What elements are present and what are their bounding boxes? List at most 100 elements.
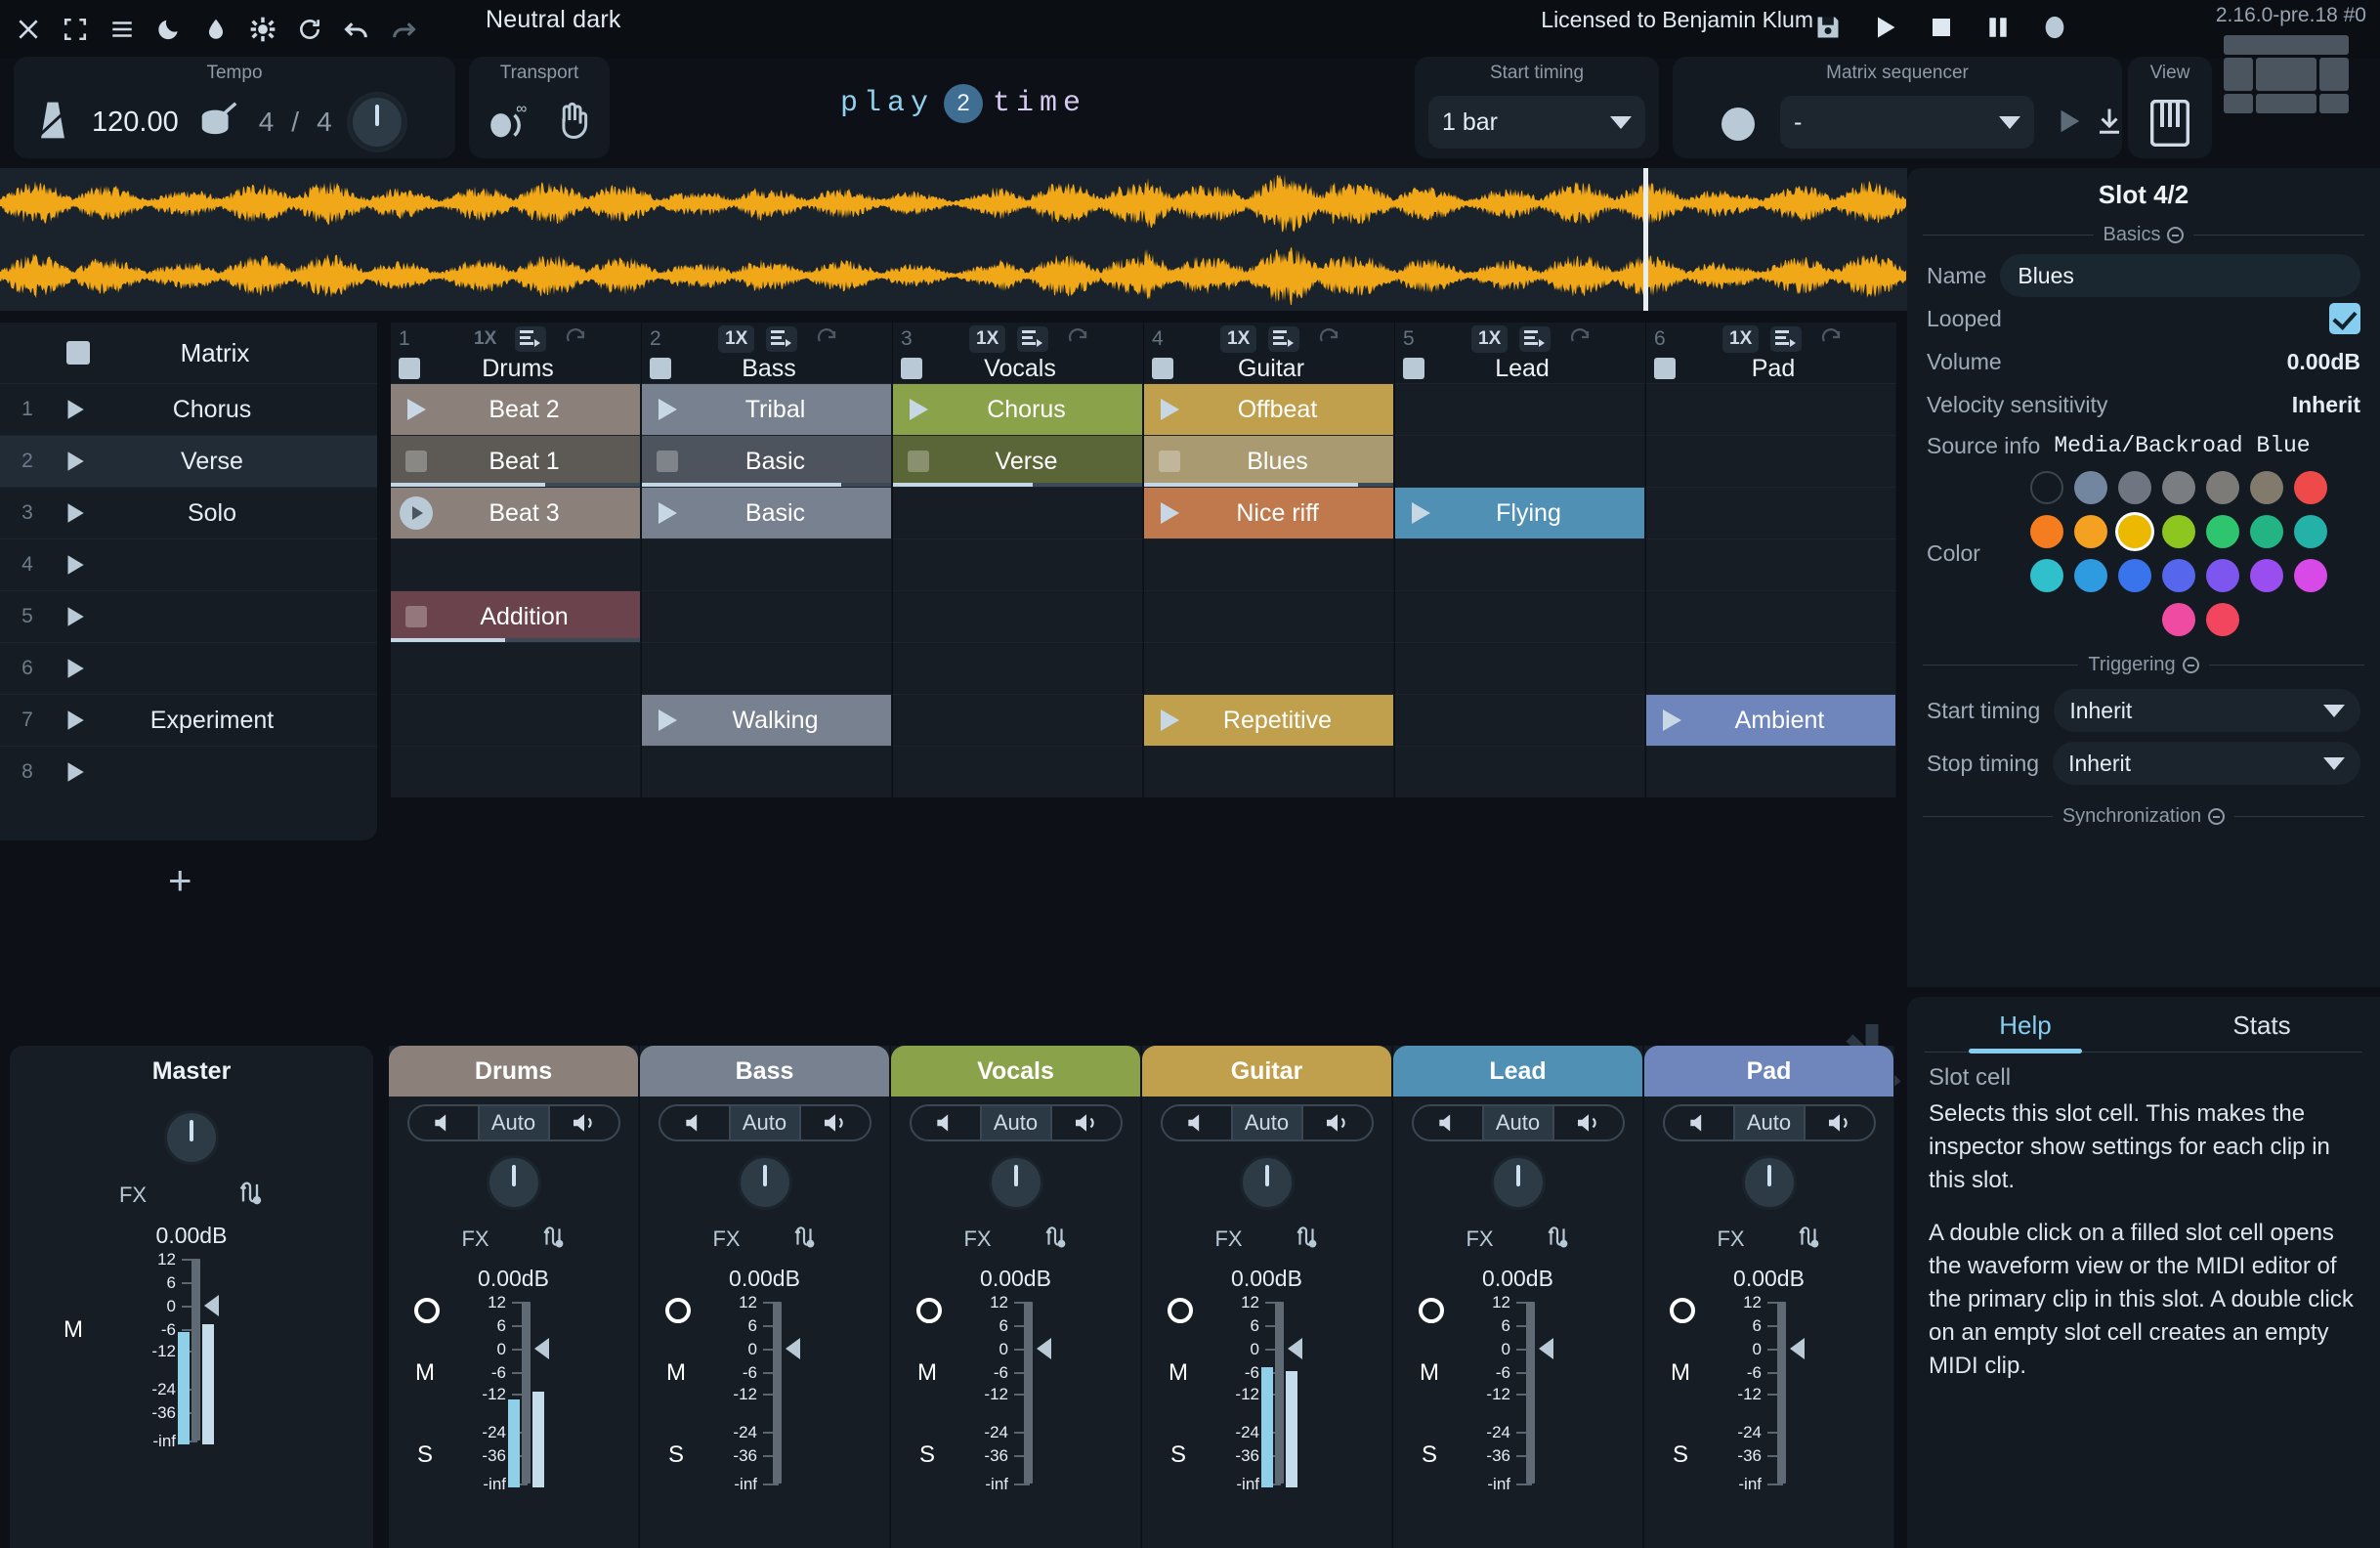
matrix-row-header[interactable]: 4 bbox=[0, 538, 377, 590]
slot-cell-state-icon[interactable] bbox=[391, 496, 442, 530]
slot-cell[interactable] bbox=[1144, 538, 1394, 590]
monitor-on-icon[interactable] bbox=[550, 1106, 618, 1140]
column-sequence-icon[interactable] bbox=[515, 326, 547, 352]
slot-cell-state-icon[interactable] bbox=[893, 399, 944, 420]
mute-button[interactable]: M bbox=[666, 1359, 686, 1387]
color-swatch[interactable] bbox=[2206, 515, 2239, 548]
layout-cell-bottom-left[interactable] bbox=[2224, 94, 2253, 113]
channel-name[interactable]: Bass bbox=[640, 1046, 889, 1096]
slot-cell[interactable] bbox=[391, 746, 641, 797]
slot-cell[interactable]: Walking bbox=[642, 694, 892, 746]
slot-cell[interactable] bbox=[893, 746, 1143, 797]
column-sequence-icon[interactable] bbox=[1017, 326, 1049, 352]
monitor-off-icon[interactable] bbox=[660, 1106, 729, 1140]
slot-cell[interactable]: Nice riff bbox=[1144, 487, 1394, 538]
monitor-auto-button[interactable]: Auto bbox=[477, 1106, 550, 1140]
mute-button[interactable]: M bbox=[1671, 1359, 1690, 1387]
column-stop-button[interactable] bbox=[901, 358, 922, 379]
channel-fx-label[interactable]: FX bbox=[712, 1226, 740, 1252]
solo-button[interactable]: S bbox=[668, 1441, 684, 1469]
slot-cell[interactable] bbox=[1395, 694, 1645, 746]
record-icon[interactable] bbox=[2040, 13, 2069, 42]
channel-meter[interactable]: 12 6 0 -6 -12 -24 -36 -inf M S bbox=[891, 1293, 1140, 1493]
slot-cell[interactable]: Basic bbox=[642, 435, 892, 487]
monitor-on-icon[interactable] bbox=[1303, 1106, 1372, 1140]
monitor-off-icon[interactable] bbox=[1665, 1106, 1733, 1140]
close-icon[interactable] bbox=[14, 15, 43, 44]
master-fx-label[interactable]: FX bbox=[119, 1182, 147, 1208]
slot-cell-state-icon[interactable] bbox=[391, 606, 442, 627]
slot-cell[interactable]: Addition bbox=[391, 590, 641, 642]
collapse-icon[interactable] bbox=[2182, 657, 2199, 673]
channel-name[interactable]: Pad bbox=[1644, 1046, 1893, 1096]
slot-cell[interactable] bbox=[1395, 642, 1645, 694]
color-swatch[interactable] bbox=[2294, 515, 2327, 548]
color-swatch[interactable] bbox=[2206, 559, 2239, 592]
master-pan-knob[interactable] bbox=[164, 1110, 219, 1165]
column-loop-icon[interactable] bbox=[1566, 325, 1595, 354]
slot-cell[interactable]: Beat 2 bbox=[391, 383, 641, 435]
color-swatch[interactable] bbox=[2294, 559, 2327, 592]
channel-fx-label[interactable]: FX bbox=[461, 1226, 489, 1252]
velocity-value[interactable]: Inherit bbox=[2292, 392, 2360, 418]
time-signature-denominator[interactable]: 4 bbox=[317, 107, 332, 138]
tempo-value[interactable]: 120.00 bbox=[92, 107, 179, 139]
matrix-row-header[interactable]: 1 Chorus bbox=[0, 383, 377, 435]
record-arm-button[interactable] bbox=[1168, 1298, 1193, 1323]
mute-button[interactable]: M bbox=[917, 1359, 937, 1387]
column-sequence-icon[interactable] bbox=[1268, 326, 1300, 352]
droplet-icon[interactable] bbox=[201, 15, 231, 44]
color-swatch[interactable] bbox=[2162, 559, 2195, 592]
color-swatch[interactable] bbox=[2074, 515, 2107, 548]
row-play-icon[interactable] bbox=[55, 708, 94, 733]
monitor-off-icon[interactable] bbox=[1414, 1106, 1482, 1140]
column-stop-button[interactable] bbox=[399, 358, 420, 379]
monitor-off-icon[interactable] bbox=[1163, 1106, 1231, 1140]
fader-handle[interactable] bbox=[1288, 1338, 1302, 1359]
slot-cell-state-icon[interactable] bbox=[1646, 710, 1697, 731]
menu-icon[interactable] bbox=[107, 15, 137, 44]
color-swatch[interactable] bbox=[2074, 471, 2107, 504]
solo-button[interactable]: S bbox=[417, 1441, 433, 1469]
collapse-icon[interactable] bbox=[2167, 227, 2185, 243]
matrix-row-header[interactable]: 5 bbox=[0, 590, 377, 642]
channel-fx-label[interactable]: FX bbox=[963, 1226, 991, 1252]
fader-track[interactable] bbox=[1777, 1302, 1786, 1484]
volume-value[interactable]: 0.00dB bbox=[2287, 349, 2360, 375]
row-play-icon[interactable] bbox=[55, 500, 94, 526]
column-repeat-toggle[interactable]: 1X bbox=[1471, 325, 1509, 353]
channel-meter[interactable]: 12 6 0 -6 -12 -24 -36 -inf M S bbox=[640, 1293, 889, 1493]
slot-cell-state-icon[interactable] bbox=[391, 399, 442, 420]
slot-cell[interactable] bbox=[1646, 538, 1896, 590]
add-scene-button[interactable]: + bbox=[168, 860, 192, 901]
channel-name[interactable]: Vocals bbox=[891, 1046, 1140, 1096]
pause-icon[interactable] bbox=[1983, 13, 2013, 42]
slot-cell[interactable] bbox=[642, 642, 892, 694]
mute-button[interactable]: M bbox=[1420, 1359, 1439, 1387]
slot-cell-state-icon[interactable] bbox=[893, 451, 944, 472]
fader-track[interactable] bbox=[773, 1302, 782, 1484]
record-arm-button[interactable] bbox=[414, 1298, 440, 1323]
solo-button[interactable]: S bbox=[1170, 1441, 1186, 1469]
color-swatch[interactable] bbox=[2074, 559, 2107, 592]
color-swatch[interactable] bbox=[2162, 603, 2195, 636]
looped-checkbox[interactable] bbox=[2329, 303, 2360, 334]
refresh-icon[interactable] bbox=[295, 15, 324, 44]
master-volume-value[interactable]: 0.00dB bbox=[10, 1223, 373, 1249]
slot-cell[interactable] bbox=[1646, 487, 1896, 538]
slot-cell[interactable] bbox=[893, 694, 1143, 746]
slot-cell[interactable] bbox=[893, 538, 1143, 590]
slot-cell[interactable] bbox=[1646, 590, 1896, 642]
matrix-row-header[interactable]: 3 Solo bbox=[0, 487, 377, 538]
channel-name[interactable]: Guitar bbox=[1142, 1046, 1391, 1096]
slot-cell[interactable] bbox=[642, 746, 892, 797]
column-repeat-toggle[interactable]: 1X bbox=[467, 325, 503, 353]
fader-handle[interactable] bbox=[204, 1295, 219, 1316]
channel-fx-label[interactable]: FX bbox=[1466, 1226, 1493, 1252]
color-swatch[interactable] bbox=[2118, 559, 2151, 592]
undo-icon[interactable] bbox=[342, 15, 371, 44]
color-swatch[interactable] bbox=[2030, 559, 2063, 592]
hand-stop-icon[interactable] bbox=[552, 99, 593, 147]
matrix-row-header[interactable]: 8 bbox=[0, 746, 377, 797]
color-swatch[interactable] bbox=[2206, 603, 2239, 636]
